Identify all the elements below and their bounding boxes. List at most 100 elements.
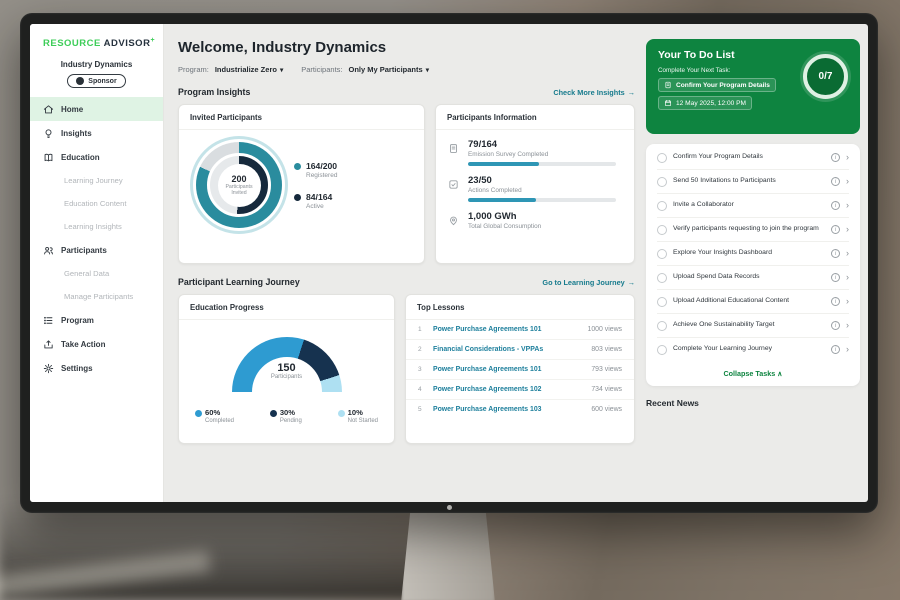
chevron-right-icon[interactable]: › bbox=[846, 225, 849, 234]
task-row-explore-insights[interactable]: Explore Your Insights Dashboard i › bbox=[657, 242, 849, 266]
collapse-tasks-link[interactable]: Collapse Tasks ∧ bbox=[657, 361, 849, 382]
todo-summary-card: Your To Do List Complete Your Next Task:… bbox=[646, 39, 860, 134]
sidebar-item-label: Take Action bbox=[61, 340, 105, 349]
legend-item-not-started: 10% Not Started bbox=[338, 408, 378, 424]
sidebar-item-program[interactable]: Program bbox=[30, 308, 163, 332]
invited-donut: 200 Participants Invited bbox=[196, 142, 282, 228]
sidebar-item-participants[interactable]: Participants bbox=[30, 238, 163, 262]
sidebar-item-education-content[interactable]: Education Content bbox=[30, 192, 163, 215]
bulb-icon bbox=[43, 128, 54, 139]
org-name: Industry Dynamics bbox=[30, 60, 163, 69]
education-progress-card: Education Progress 150 Participants 60% … bbox=[178, 294, 395, 444]
app-logo: RESOURCE ADVISOR+ bbox=[30, 24, 163, 49]
lesson-link[interactable]: Power Purchase Agreements 101 bbox=[433, 326, 580, 333]
sponsor-badge[interactable]: Sponsor bbox=[67, 74, 125, 88]
sidebar-item-insights[interactable]: Insights bbox=[30, 121, 163, 145]
monitor-power-led bbox=[447, 505, 452, 510]
lesson-link[interactable]: Power Purchase Agreements 103 bbox=[433, 406, 583, 413]
participants-filter-select[interactable]: Only My Participants ▾ bbox=[349, 65, 429, 74]
info-icon[interactable]: i bbox=[831, 249, 840, 258]
go-to-learning-journey-link[interactable]: Go to Learning Journey → bbox=[542, 278, 635, 287]
sidebar-item-label: Education bbox=[61, 153, 100, 162]
chevron-right-icon[interactable]: › bbox=[846, 273, 849, 282]
participants-information-card: Participants Information 79/164 Emission… bbox=[435, 104, 635, 264]
task-row-invite-collaborator[interactable]: Invite a Collaborator i › bbox=[657, 194, 849, 218]
sidebar-item-label: Settings bbox=[61, 364, 93, 373]
program-insights-header: Program Insights Check More Insights → bbox=[178, 87, 635, 97]
recent-news-title: Recent News bbox=[646, 398, 860, 408]
todo-task-list: Confirm Your Program Details i › Send 50… bbox=[646, 144, 860, 386]
checkbox-icon[interactable] bbox=[657, 345, 667, 355]
chevron-right-icon[interactable]: › bbox=[846, 201, 849, 210]
survey-icon bbox=[448, 139, 460, 166]
task-row-verify-participants[interactable]: Verify participants requesting to join t… bbox=[657, 218, 849, 242]
sidebar-item-learning-insights[interactable]: Learning Insights bbox=[30, 215, 163, 238]
sidebar-item-settings[interactable]: Settings bbox=[30, 356, 163, 380]
task-row-complete-learning-journey[interactable]: Complete Your Learning Journey i › bbox=[657, 338, 849, 361]
book-icon bbox=[43, 152, 54, 163]
lesson-link[interactable]: Power Purchase Agreements 101 bbox=[433, 366, 583, 373]
info-icon[interactable]: i bbox=[831, 273, 840, 282]
checkbox-icon[interactable] bbox=[657, 225, 667, 235]
checkbox-icon[interactable] bbox=[657, 321, 667, 331]
info-icon[interactable]: i bbox=[831, 321, 840, 330]
app-window: RESOURCE ADVISOR+ Industry Dynamics Spon… bbox=[30, 24, 868, 502]
next-task-chip[interactable]: Confirm Your Program Details bbox=[658, 78, 776, 92]
task-row-send-invitations[interactable]: Send 50 Invitations to Participants i › bbox=[657, 170, 849, 194]
lesson-link[interactable]: Power Purchase Agreements 102 bbox=[433, 386, 583, 393]
calendar-icon bbox=[664, 99, 672, 107]
chevron-up-icon: ∧ bbox=[777, 369, 782, 378]
chevron-right-icon[interactable]: › bbox=[846, 297, 849, 306]
registered-dot bbox=[294, 163, 301, 170]
task-row-upload-spend-data[interactable]: Upload Spend Data Records i › bbox=[657, 266, 849, 290]
info-icon[interactable]: i bbox=[831, 153, 840, 162]
home-icon bbox=[43, 104, 54, 115]
sidebar-item-label: Program bbox=[61, 316, 94, 325]
checkbox-icon[interactable] bbox=[657, 201, 667, 211]
info-icon[interactable]: i bbox=[831, 297, 840, 306]
legend-item-registered: 164/200 Registered bbox=[294, 161, 337, 179]
invited-legend: 164/200 Registered 84/164 Active bbox=[294, 161, 337, 210]
info-icon[interactable]: i bbox=[831, 345, 840, 354]
check-square-icon bbox=[448, 175, 460, 202]
program-filter-label: Program: bbox=[178, 65, 209, 74]
sidebar-item-learning-journey[interactable]: Learning Journey bbox=[30, 169, 163, 192]
task-row-upload-educational-content[interactable]: Upload Additional Educational Content i … bbox=[657, 290, 849, 314]
sidebar-item-label: Learning Journey bbox=[64, 176, 123, 185]
sidebar-item-home[interactable]: Home bbox=[30, 97, 163, 121]
chevron-right-icon[interactable]: › bbox=[846, 321, 849, 330]
lesson-row: 3 Power Purchase Agreements 101 793 view… bbox=[406, 360, 634, 380]
education-gauge: 150 Participants bbox=[227, 334, 347, 396]
lesson-link[interactable]: Financial Considerations - VPPAs bbox=[433, 346, 583, 353]
checkbox-icon[interactable] bbox=[657, 297, 667, 307]
task-row-confirm-program[interactable]: Confirm Your Program Details i › bbox=[657, 146, 849, 170]
checkbox-icon[interactable] bbox=[657, 249, 667, 259]
invited-donut-inner: 200 Participants Invited bbox=[207, 153, 271, 217]
info-icon[interactable]: i bbox=[831, 225, 840, 234]
check-more-insights-link[interactable]: Check More Insights → bbox=[553, 88, 635, 97]
sidebar-item-general-data[interactable]: General Data bbox=[30, 262, 163, 285]
invited-donut-center: 200 Participants Invited bbox=[218, 164, 261, 207]
chevron-right-icon[interactable]: › bbox=[846, 177, 849, 186]
program-filter-select[interactable]: Industrialize Zero ▾ bbox=[215, 65, 283, 74]
chevron-right-icon[interactable]: › bbox=[846, 345, 849, 354]
card-title: Education Progress bbox=[179, 295, 394, 320]
task-row-achieve-target[interactable]: Achieve One Sustainability Target i › bbox=[657, 314, 849, 338]
info-icon[interactable]: i bbox=[831, 201, 840, 210]
lesson-row: 4 Power Purchase Agreements 102 734 view… bbox=[406, 380, 634, 400]
info-icon[interactable]: i bbox=[831, 177, 840, 186]
chevron-right-icon[interactable]: › bbox=[846, 249, 849, 258]
monitor-frame: RESOURCE ADVISOR+ Industry Dynamics Spon… bbox=[20, 13, 878, 513]
sidebar-item-manage-participants[interactable]: Manage Participants bbox=[30, 285, 163, 308]
chevron-down-icon: ▾ bbox=[280, 66, 283, 74]
sidebar-item-take-action[interactable]: Take Action bbox=[30, 332, 163, 356]
actions-progressbar bbox=[468, 198, 616, 202]
section-title: Participant Learning Journey bbox=[178, 277, 300, 287]
legend-item-pending: 30% Pending bbox=[270, 408, 302, 424]
checkbox-icon[interactable] bbox=[657, 273, 667, 283]
arrow-right-icon: → bbox=[628, 88, 635, 97]
checkbox-icon[interactable] bbox=[657, 153, 667, 163]
checkbox-icon[interactable] bbox=[657, 177, 667, 187]
chevron-right-icon[interactable]: › bbox=[846, 153, 849, 162]
sidebar-item-education[interactable]: Education bbox=[30, 145, 163, 169]
